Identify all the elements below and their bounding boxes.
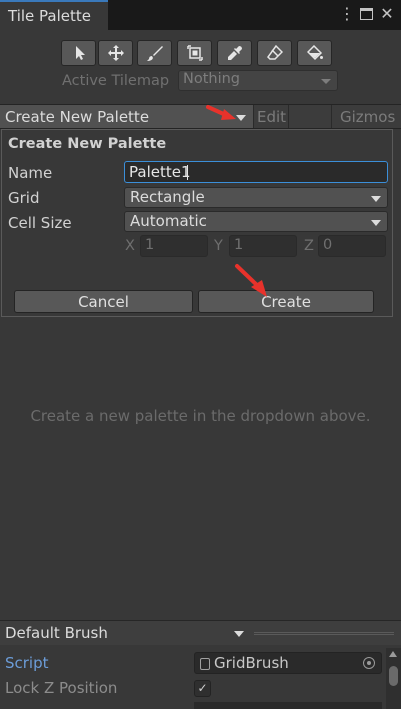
x-label: X [125,238,135,254]
create-button[interactable]: Create [198,290,374,313]
object-picker-icon[interactable] [363,657,375,669]
cursor-arrow-icon [76,46,85,60]
scroll-thumb[interactable] [389,666,398,686]
paint-bucket-icon [307,45,323,61]
chevron-down-icon [371,196,381,202]
maximize-icon[interactable] [360,8,373,20]
erase-tool-button[interactable] [257,40,292,66]
window-tab[interactable]: Tile Palette [0,0,108,30]
cell-size-z-value: 0 [323,237,333,253]
eyedropper-icon [228,46,242,60]
active-tilemap-value: Nothing [183,71,241,87]
empty-palette-message: Create a new palette in the dropdown abo… [30,407,371,425]
create-label: Create [261,293,311,311]
annotation-arrow-icon [235,264,267,297]
move-arrows-icon [108,45,124,61]
scroll-up-icon[interactable] [389,651,397,657]
toolbar-spacer-button [289,105,332,128]
cell-size-y-value: 1 [234,237,244,253]
create-palette-popup: Create New Palette Name Palette1 Grid Re… [1,129,393,317]
script-file-icon [200,658,210,670]
script-label[interactable]: Script [5,654,49,672]
close-icon[interactable]: ✕ [379,4,395,24]
cell-size-y-field[interactable]: 1 [229,235,297,257]
box-fill-tool-button[interactable] [177,40,212,66]
name-label: Name [8,164,53,182]
gizmos-button[interactable]: Gizmos [340,108,395,126]
brush-toolbar: Default Brush [0,620,401,645]
cancel-button[interactable]: Cancel [14,290,193,313]
script-object-field[interactable]: GridBrush [194,652,382,674]
inspector-scrollbar[interactable] [386,648,401,709]
cell-size-label: Cell Size [8,214,72,232]
grid-dropdown[interactable]: Rectangle [124,187,388,208]
kebab-menu-icon[interactable]: ⋮ [339,4,355,24]
palette-name-input[interactable]: Palette1 [124,161,388,183]
z-label: Z [304,238,314,254]
next-field[interactable] [194,702,382,709]
paintbrush-icon [147,46,163,61]
select-tool-button[interactable] [61,40,96,66]
chevron-down-icon [321,79,331,84]
flood-fill-tool-button[interactable] [297,40,332,66]
chevron-down-icon [234,631,244,637]
picker-tool-button[interactable] [217,40,252,66]
y-label: Y [214,238,223,254]
cancel-label: Cancel [78,293,129,311]
paint-tool-button[interactable] [137,40,172,66]
cell-size-z-field[interactable]: 0 [318,235,386,257]
move-tool-button[interactable] [98,40,133,66]
palette-name-value: Palette1 [129,163,191,181]
box-fill-icon [187,45,203,61]
active-tilemap-label: Active Tilemap [62,73,170,89]
palette-toolbar: Create New Palette Edit Gizmos [0,104,401,129]
brush-dropdown[interactable]: Default Brush [0,621,250,645]
cell-size-x-field[interactable]: 1 [140,235,208,257]
active-tilemap-dropdown[interactable]: Nothing [178,70,338,91]
cell-size-x-value: 1 [145,237,155,253]
lock-z-checkbox[interactable]: ✓ [194,680,211,697]
edit-label: Edit [257,108,287,126]
window-title: Tile Palette [8,7,91,25]
script-value: GridBrush [214,654,289,672]
chevron-down-icon [371,220,381,226]
text-caret [187,165,188,180]
edit-button[interactable]: Edit [253,105,289,128]
grid-value: Rectangle [130,188,205,206]
grid-label: Grid [8,189,40,207]
palette-dropdown-value: Create New Palette [5,108,150,126]
eraser-icon [267,45,283,60]
cell-size-value: Automatic [130,212,207,230]
popup-title: Create New Palette [8,136,167,152]
lock-z-label: Lock Z Position [5,679,118,697]
cell-size-dropdown[interactable]: Automatic [124,211,388,232]
annotation-arrow-icon [206,105,236,120]
brush-dropdown-value: Default Brush [5,624,108,642]
resize-splitter[interactable] [254,632,394,635]
